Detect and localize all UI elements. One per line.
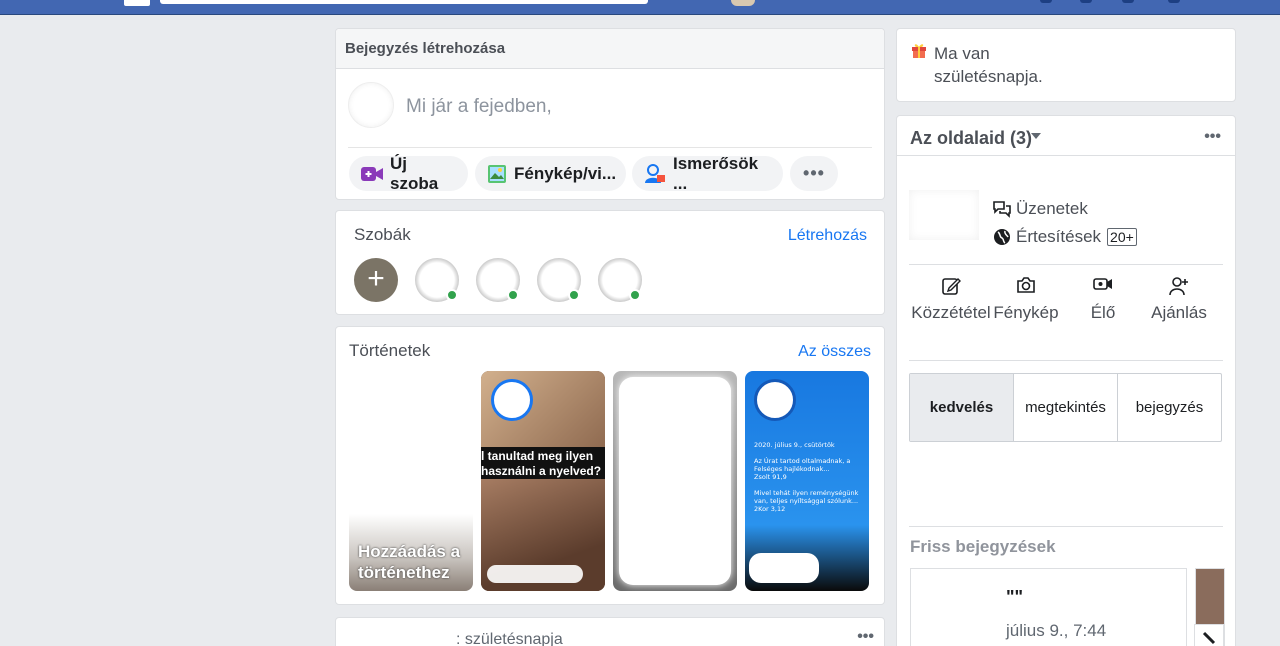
messenger-icon[interactable]	[1080, 0, 1092, 3]
notifications-icon[interactable]	[1122, 0, 1134, 3]
messages-label: Üzenetek	[1016, 199, 1088, 218]
chat-bubbles-icon	[992, 199, 1012, 219]
messages-link[interactable]: Üzenetek	[992, 199, 1088, 219]
create-room-link[interactable]: Létrehozás	[788, 227, 867, 245]
add-to-story-card[interactable]: Hozzáadás a történethez	[349, 371, 473, 591]
tag-friends-button[interactable]: Ismerősök ...	[632, 153, 783, 193]
post-prompt-input[interactable]: Mi jár a fejedben,	[406, 96, 552, 118]
your-pages-card: Az oldalaid (3) ••• Üzenetek Értesítések…	[896, 115, 1236, 646]
birthday-card[interactable]: Ma van születésnapja.	[896, 28, 1236, 102]
tab-views[interactable]: megtekintés	[1014, 374, 1118, 441]
post-text: : születésnapja	[456, 631, 563, 646]
invite-action[interactable]: Ajánlás	[1137, 276, 1221, 324]
birthday-line2: születésnapja.	[934, 67, 1043, 86]
search-input[interactable]	[160, 0, 648, 4]
story-caption: l tanultad meg ilyen használni a nyelved…	[481, 447, 605, 479]
account-menu-icon[interactable]	[1168, 0, 1180, 3]
story-card[interactable]: l tanultad meg ilyen használni a nyelved…	[481, 371, 605, 591]
live-action[interactable]: Élő	[1061, 276, 1145, 324]
invite-icon	[1137, 276, 1221, 300]
camera-icon	[984, 276, 1068, 300]
stories-title: Történetek	[349, 341, 431, 360]
photo-label: Fénykép	[993, 303, 1059, 322]
video-room-icon	[361, 164, 383, 184]
recent-post-title: ""	[1006, 587, 1024, 607]
birthday-line1: Ma van	[934, 44, 990, 63]
top-navigation-bar	[0, 0, 1280, 15]
room-avatar[interactable]	[415, 258, 459, 302]
more-options-button[interactable]: •••	[790, 156, 838, 191]
rooms-title: Szobák	[354, 225, 411, 244]
create-post-card: Bejegyzés létrehozása Mi jár a fejedben,…	[335, 28, 885, 200]
notifications-link[interactable]: Értesítések 20+	[992, 227, 1137, 247]
story-author-avatar	[491, 379, 533, 421]
stories-card: Történetek Az összes Hozzáadás a történe…	[335, 326, 885, 605]
new-room-label: Új szoba	[390, 153, 439, 193]
friend-requests-icon[interactable]	[1040, 0, 1052, 3]
page-avatar[interactable]	[909, 190, 979, 240]
publish-action[interactable]: Közzététel	[909, 276, 993, 324]
tab-likes[interactable]: kedvelés	[910, 374, 1014, 441]
see-all-stories-link[interactable]: Az összes	[798, 343, 871, 361]
online-indicator	[568, 289, 580, 301]
more-icon: •••	[803, 163, 825, 183]
rooms-card: Szobák Létrehozás +	[335, 210, 885, 315]
story-card[interactable]: 2020. július 9., csütörtök Az Úrat tarto…	[745, 371, 869, 591]
your-pages-title[interactable]: Az oldalaid (3)	[910, 128, 1032, 149]
story-caption-line2: használni a nyelved?	[481, 464, 602, 478]
your-pages-header: Az oldalaid (3) •••	[897, 116, 1235, 156]
photo-icon	[487, 164, 507, 184]
gift-icon	[911, 42, 927, 58]
live-label: Élő	[1090, 303, 1116, 322]
pages-options-icon[interactable]: •••	[1204, 128, 1221, 146]
chevron-right-icon[interactable]	[1194, 624, 1224, 646]
page-stats-tabs: kedvelés megtekintés bejegyzés	[909, 373, 1222, 442]
profile-avatar[interactable]	[731, 0, 755, 6]
online-indicator	[507, 289, 519, 301]
room-avatar[interactable]	[537, 258, 581, 302]
divider	[348, 147, 872, 148]
chevron-down-icon[interactable]	[1031, 133, 1041, 139]
online-indicator	[629, 289, 641, 301]
tag-friends-label: Ismerősök ...	[673, 153, 759, 193]
invite-label: Ajánlás	[1151, 303, 1207, 322]
live-video-icon	[1061, 276, 1145, 300]
recent-posts-title: Friss bejegyzések	[910, 537, 1056, 556]
add-story-line2: történethez	[358, 563, 450, 582]
story-author-name	[749, 553, 819, 583]
publish-label: Közzététel	[911, 303, 991, 322]
add-story-line1: Hozzáadás a	[358, 542, 461, 561]
notifications-label: Értesítések	[1016, 227, 1102, 246]
post-options-icon[interactable]: •••	[857, 628, 874, 646]
room-avatar[interactable]	[598, 258, 642, 302]
notifications-count-badge: 20+	[1107, 228, 1137, 246]
tab-posts[interactable]: bejegyzés	[1118, 374, 1221, 441]
facebook-logo-icon[interactable]	[124, 0, 150, 6]
photo-video-label: Fénykép/vi...	[514, 163, 617, 183]
birthday-post: : születésnapja •••	[335, 617, 885, 646]
tag-friends-icon	[644, 163, 666, 184]
add-to-story-label: Hozzáadás a történethez	[358, 541, 460, 583]
story-author-name	[487, 565, 583, 583]
room-avatar[interactable]	[476, 258, 520, 302]
story-text: 2020. július 9., csütörtök Az Úrat tarto…	[754, 441, 859, 513]
divider	[909, 264, 1223, 265]
story-caption-line1: l tanultad meg ilyen	[481, 449, 594, 463]
photo-video-button[interactable]: Fénykép/vi...	[475, 156, 626, 191]
recent-post-item[interactable]: "" július 9., 7:44	[910, 568, 1187, 646]
divider	[909, 526, 1223, 527]
divider	[909, 360, 1223, 361]
user-avatar[interactable]	[348, 82, 394, 128]
online-indicator	[446, 289, 458, 301]
globe-icon	[992, 227, 1012, 247]
create-post-title: Bejegyzés létrehozása	[336, 29, 884, 69]
edit-icon	[909, 276, 993, 300]
photo-action[interactable]: Fénykép	[984, 276, 1068, 324]
new-room-button[interactable]: Új szoba	[349, 153, 468, 193]
story-author-avatar	[754, 379, 796, 421]
story-card[interactable]	[613, 371, 737, 591]
recent-post-date: július 9., 7:44	[1006, 621, 1107, 640]
add-room-icon[interactable]: +	[354, 258, 398, 302]
story-image	[619, 377, 731, 585]
